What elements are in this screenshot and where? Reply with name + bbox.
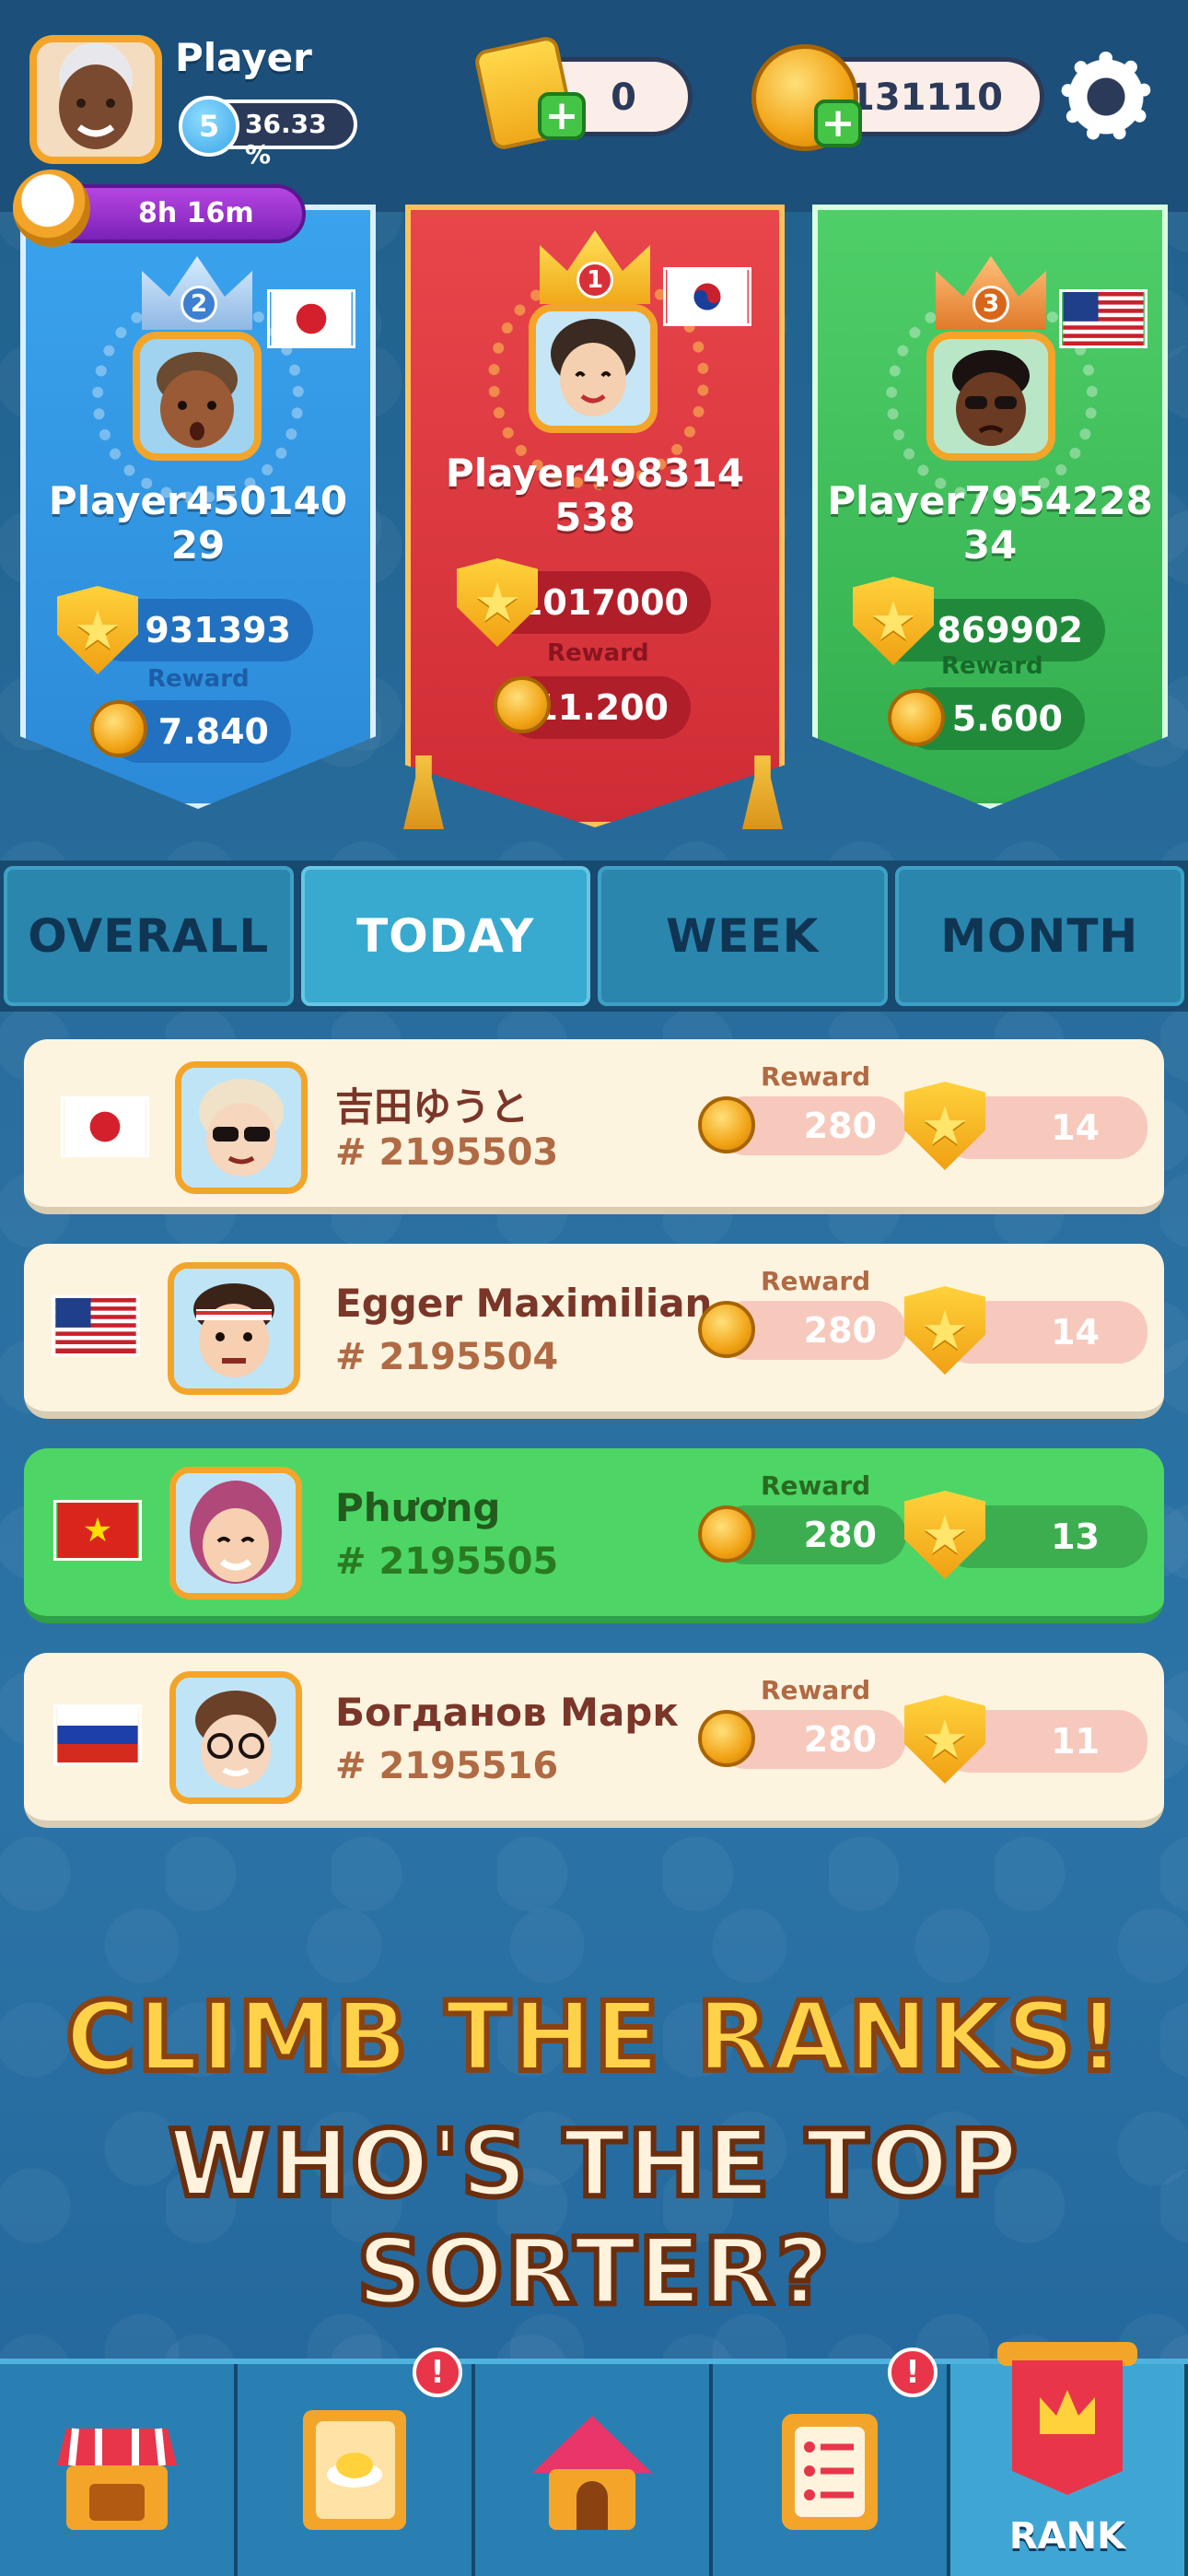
flag-japan-icon	[267, 289, 355, 348]
tab-overall[interactable]: OVERALL	[4, 866, 294, 1006]
avatar-face-icon	[176, 1678, 296, 1797]
podium-name-3-line1: Player7954228	[827, 478, 1153, 523]
level-progress: 5 36.33 %	[179, 96, 357, 170]
bottom-navigation: ! ! RANK	[0, 2342, 1188, 2576]
rank-1-number: 1	[577, 262, 613, 299]
nav-home[interactable]	[475, 2364, 713, 2576]
podium-avatar-3	[926, 332, 1055, 461]
avatar-face-icon	[934, 339, 1048, 453]
timer-text: 8h 16m	[138, 197, 254, 229]
rank-3-number: 3	[973, 286, 1009, 322]
avatar-face-icon	[176, 1473, 296, 1593]
coin-icon	[698, 1301, 755, 1358]
podium-name-1: Player498314 538	[411, 451, 779, 540]
podium-name-1-line2: 538	[554, 495, 635, 540]
coin-icon	[494, 676, 551, 733]
avatar-face-icon	[181, 1068, 301, 1188]
avatar-face-icon	[140, 339, 254, 453]
player-name: 吉田ゆうと	[335, 1084, 530, 1130]
podium-name-3-line2: 34	[962, 522, 1018, 568]
flag-russia-icon	[53, 1704, 142, 1765]
recipe-book-icon	[303, 2410, 406, 2530]
avatar	[168, 1262, 300, 1395]
reward-label: Reward	[761, 1061, 871, 1092]
reward-label: Reward	[761, 1675, 871, 1705]
avatar	[169, 1467, 302, 1599]
avatar	[175, 1061, 308, 1194]
avatar-face-icon	[536, 311, 650, 426]
podium-avatar-1	[529, 304, 658, 433]
player-id: # 2195504	[335, 1336, 559, 1378]
flag-usa-icon	[52, 1295, 140, 1356]
stopwatch-icon	[13, 170, 90, 247]
notification-badge: !	[413, 2348, 462, 2397]
nav-rank-label: RANK	[1008, 2515, 1126, 2558]
flag-south-korea-icon	[663, 267, 751, 326]
svg-text:★: ★	[83, 1510, 113, 1550]
avatar-face-icon	[37, 42, 155, 157]
podium-name-2: Player450140 29	[28, 479, 368, 568]
podium-reward-label-2: Reward	[147, 665, 250, 693]
rank-banner-icon	[997, 2342, 1137, 2495]
level-badge: 5	[179, 96, 239, 157]
period-tabs: OVERALL TODAY WEEK MONTH	[0, 861, 1188, 1012]
flag-usa-icon	[1059, 289, 1147, 348]
podium-name-2-line2: 29	[170, 522, 226, 568]
rank-2-number: 2	[181, 286, 217, 322]
avatar-face-icon	[174, 1269, 294, 1388]
coin-count: 131110	[849, 76, 1003, 119]
add-ticket-plus-icon[interactable]: +	[538, 92, 586, 140]
reward-label: Reward	[761, 1470, 871, 1501]
notification-badge: !	[888, 2348, 938, 2397]
list-item[interactable]: Богданов Марк # 2195516 Reward 280 11	[24, 1653, 1164, 1828]
player-id: # 2195505	[335, 1540, 559, 1583]
player-name: Egger Maximilian	[335, 1281, 713, 1326]
nav-recipes[interactable]: !	[238, 2348, 475, 2576]
podium-avatar-2	[133, 332, 262, 461]
gear-icon[interactable]	[1057, 48, 1155, 146]
coin-icon	[698, 1505, 755, 1563]
podium-reward-label-1: Reward	[547, 639, 649, 667]
podium-name-1-line1: Player498314	[445, 451, 745, 496]
tab-today[interactable]: TODAY	[300, 866, 590, 1006]
player-name: Phương	[335, 1485, 501, 1530]
home-icon	[532, 2416, 652, 2530]
coin-icon	[90, 700, 147, 757]
list-item[interactable]: Egger Maximilian # 2195504 Reward 280 14	[24, 1244, 1164, 1419]
reward-label: Reward	[761, 1266, 871, 1296]
coin-icon	[698, 1710, 755, 1767]
add-coins-plus-icon[interactable]: +	[814, 100, 862, 147]
flag-vietnam-icon: ★	[53, 1500, 142, 1561]
avatar	[169, 1671, 302, 1804]
player-id: # 2195516	[335, 1745, 559, 1787]
tab-month[interactable]: MONTH	[894, 866, 1184, 1006]
coin-icon	[698, 1096, 755, 1153]
tab-week[interactable]: WEEK	[598, 866, 888, 1006]
list-item-current-player[interactable]: ★ Phương # 2195505 Reward 280 13	[24, 1448, 1164, 1623]
slogan-line-2: WHO'S THE TOP SORTER?	[166, 2107, 1020, 2328]
list-item[interactable]: 吉田ゆうと # 2195503 Reward 280 14	[24, 1039, 1164, 1214]
nav-tasks[interactable]: !	[713, 2348, 950, 2576]
player-name: Богданов Марк	[335, 1690, 679, 1735]
player-name: Player	[175, 35, 312, 80]
podium-name-3: Player7954228 34	[818, 479, 1162, 568]
slogan-line-1: CLIMB THE RANKS!	[63, 1978, 1124, 2096]
player-avatar[interactable]	[29, 35, 162, 164]
level-percent: 36.33 %	[245, 109, 327, 170]
podium-name-2-line1: Player450140	[48, 478, 348, 523]
podium-reward-label-3: Reward	[941, 652, 1043, 680]
player-id: # 2195503	[335, 1131, 559, 1174]
nav-rank[interactable]: RANK	[950, 2342, 1188, 2576]
flag-japan-icon	[61, 1096, 149, 1157]
checklist-icon	[782, 2414, 878, 2530]
shop-icon	[57, 2428, 177, 2530]
coin-icon	[888, 689, 945, 746]
nav-shop[interactable]	[0, 2364, 238, 2576]
